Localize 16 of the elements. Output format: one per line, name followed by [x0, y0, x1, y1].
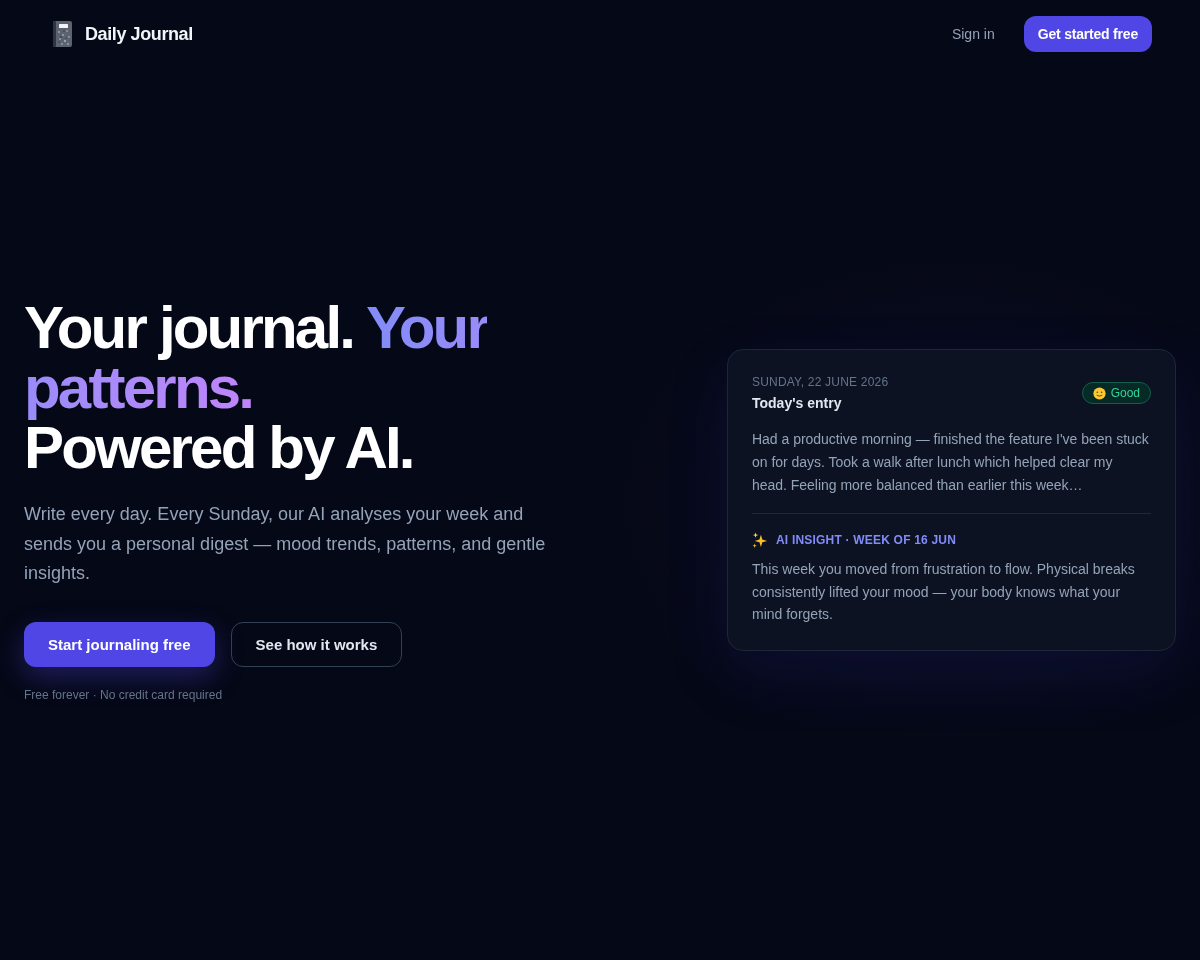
insight-text: This week you moved from frustration to flow. Physical breaks consistently lifted your mood — your body knows what your mind forgets.: [752, 560, 1136, 625]
mood-label: Good: [1110, 385, 1140, 402]
insight-label: AI INSIGHT · WEEK OF 16 JUN: [776, 532, 957, 549]
pricing-note: Free forever · No credit card required: [24, 687, 223, 702]
sign-in-link[interactable]: Sign in: [951, 26, 995, 42]
sparkles-icon: [752, 532, 768, 549]
smiley-icon: [1092, 386, 1106, 400]
entry-title: Today's entry: [752, 394, 843, 413]
see-how-it-works-button[interactable]: See how it works: [230, 621, 403, 667]
get-started-button[interactable]: Get started free: [1023, 16, 1152, 52]
entry-text: Had a productive morning — finished the feature I've been stuck on for days. Took a walk after lunch which helped clear my head. Feeling more balanced than earlier this week…: [752, 430, 1150, 496]
entry-date: SUNDAY, 22 JUNE 2026: [752, 374, 889, 391]
start-journaling-button[interactable]: Start journaling free: [24, 621, 215, 667]
notebook-icon: [52, 20, 73, 48]
brand-name: Daily Journal: [85, 23, 193, 45]
hero-subtitle: Write every day. Every Sunday, our AI analyses your week and sends you a personal digest — mood trends, patterns, and gentle insights.: [24, 503, 547, 586]
